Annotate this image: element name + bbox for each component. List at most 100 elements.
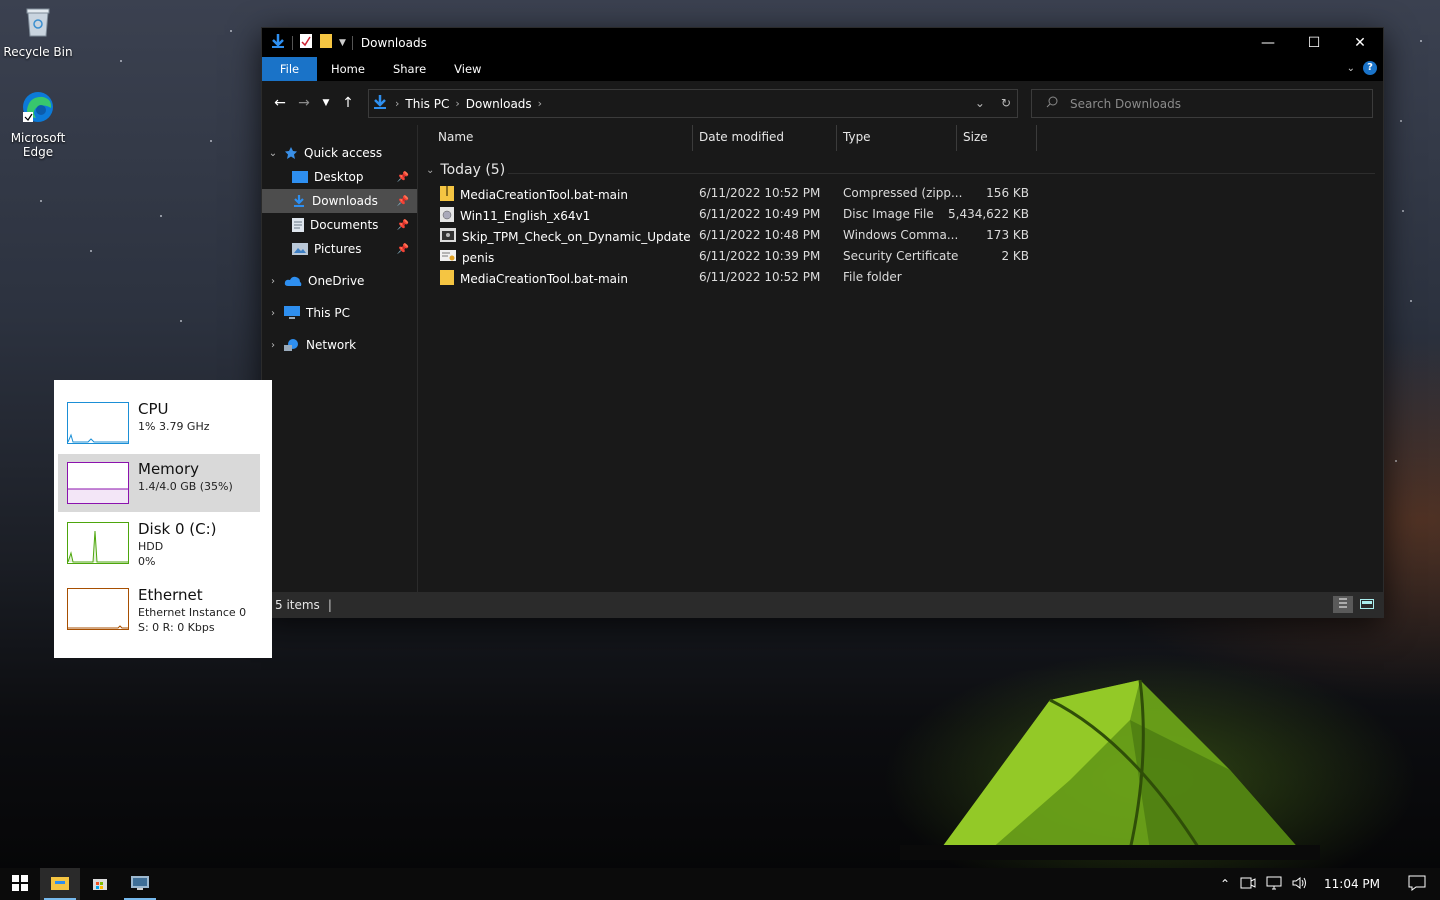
maximize-button[interactable]: ☐ [1291, 28, 1337, 57]
back-button[interactable]: ← [268, 95, 292, 111]
tab-home[interactable]: Home [317, 57, 379, 81]
file-size: 173 KB [986, 228, 1029, 242]
windows-logo-icon [12, 874, 28, 894]
details-view-button[interactable] [1333, 596, 1353, 613]
file-date: 6/11/2022 10:49 PM [699, 207, 821, 221]
large-icons-view-button[interactable] [1357, 596, 1377, 613]
nav-item-this-pc[interactable]: › This PC [262, 301, 417, 325]
performance-widget: CPU 1% 3.79 GHz Memory 1.4/4.0 GB (35%) … [54, 380, 272, 658]
start-button[interactable] [0, 868, 40, 900]
pictures-folder-icon [292, 243, 308, 255]
ethernet-graph [67, 588, 129, 630]
minimize-button[interactable]: — [1245, 28, 1291, 57]
tab-file[interactable]: File [262, 57, 317, 81]
pin-icon: 📌 [396, 195, 409, 207]
file-date: 6/11/2022 10:39 PM [699, 249, 821, 263]
large-icons-view-icon [1360, 598, 1374, 612]
item-count: 5 items [275, 597, 320, 612]
breadcrumb-downloads[interactable]: Downloads [466, 97, 532, 111]
clock[interactable]: 11:04 PM [1324, 877, 1380, 891]
ribbon-tabs: File Home Share View ⌄ ? [262, 57, 1383, 81]
file-row[interactable]: Skip_TPM_Check_on_Dynamic_Update 6/11/20… [418, 225, 1118, 246]
taskbar-remote-desktop[interactable] [120, 868, 160, 900]
expand-chevron-icon[interactable]: › [262, 340, 284, 351]
downloads-folder-icon [292, 194, 306, 208]
downloads-arrow-icon [270, 33, 286, 52]
taskbar: ⌃ 11:04 PM [0, 868, 1440, 900]
customize-toolbar-chevron-icon[interactable]: ▼ [339, 38, 346, 48]
breadcrumb-separator-icon: › [537, 97, 543, 110]
collapse-chevron-icon[interactable]: ⌄ [262, 148, 284, 159]
taskbar-microsoft-store[interactable] [80, 868, 120, 900]
address-bar[interactable]: › This PC › Downloads › ⌄ ↻ [368, 89, 1018, 118]
nav-item-desktop[interactable]: Desktop 📌 [262, 165, 417, 189]
file-row[interactable]: Win11_English_x64v1 6/11/2022 10:49 PM D… [418, 204, 1118, 225]
properties-icon[interactable] [299, 33, 313, 52]
perf-detail-secondary: S: 0 R: 0 Kbps [138, 621, 215, 634]
desktop-folder-icon [292, 171, 308, 183]
perf-item-ethernet[interactable]: Ethernet Ethernet Instance 0 S: 0 R: 0 K… [58, 580, 260, 638]
expand-chevron-icon[interactable]: › [262, 276, 284, 287]
perf-item-memory[interactable]: Memory 1.4/4.0 GB (35%) [58, 454, 260, 512]
nav-item-network[interactable]: › Network [262, 333, 417, 357]
nav-item-downloads[interactable]: Downloads 📌 [262, 189, 417, 213]
column-header-date-modified[interactable]: Date modified [699, 130, 784, 144]
volume-icon[interactable] [1292, 876, 1308, 893]
notifications-icon[interactable] [1408, 875, 1426, 894]
perf-item-cpu[interactable]: CPU 1% 3.79 GHz [58, 394, 260, 452]
perf-item-disk[interactable]: Disk 0 (C:) HDD 0% [58, 514, 260, 572]
nav-label-desktop: Desktop [314, 170, 364, 184]
help-icon[interactable]: ? [1363, 61, 1377, 75]
expand-chevron-icon[interactable]: › [262, 308, 284, 319]
close-button[interactable]: ✕ [1337, 28, 1383, 57]
downloads-location-icon [373, 94, 387, 113]
search-box[interactable]: Search Downloads [1031, 89, 1373, 118]
tab-share[interactable]: Share [379, 57, 440, 81]
recent-locations-chevron-icon[interactable]: ▼ [316, 98, 336, 108]
pin-icon: 📌 [396, 243, 409, 255]
tab-view[interactable]: View [440, 57, 495, 81]
file-row[interactable]: MediaCreationTool.bat-main 6/11/2022 10:… [418, 267, 1118, 288]
details-view-icon [1338, 597, 1348, 612]
forward-button[interactable]: → [292, 95, 316, 111]
nav-item-onedrive[interactable]: › OneDrive [262, 269, 417, 293]
nav-item-quick-access[interactable]: ⌄ Quick access [262, 141, 417, 165]
microsoft-edge-desktop-icon[interactable]: Microsoft Edge [0, 90, 76, 159]
pin-icon: 📌 [396, 171, 409, 183]
file-list: Name Date modified Type Size ⌄ Today (5)… [418, 125, 1383, 592]
show-hidden-icons-chevron-icon[interactable]: ⌃ [1220, 877, 1230, 891]
breadcrumb-this-pc[interactable]: This PC [405, 97, 449, 111]
file-name: MediaCreationTool.bat-main [460, 272, 628, 286]
title-bar[interactable]: ▼ Downloads — ☐ ✕ [262, 28, 1383, 57]
folder-icon [440, 270, 454, 288]
nav-item-documents[interactable]: Documents 📌 [262, 213, 417, 237]
up-button[interactable]: ↑ [336, 95, 360, 111]
column-header-size[interactable]: Size [963, 130, 988, 144]
expand-ribbon-chevron-icon[interactable]: ⌄ [1347, 63, 1355, 74]
group-header-today[interactable]: ⌄ Today (5) [426, 162, 505, 178]
network-status-icon[interactable] [1266, 876, 1282, 893]
file-name: Win11_English_x64v1 [460, 209, 591, 223]
file-date: 6/11/2022 10:52 PM [699, 270, 821, 284]
new-folder-icon[interactable] [319, 33, 333, 52]
recycle-bin-desktop-icon[interactable]: Recycle Bin [0, 6, 76, 59]
file-explorer-icon [51, 875, 69, 894]
network-icon [284, 338, 300, 352]
column-headers: Name Date modified Type Size [418, 125, 1383, 151]
taskbar-file-explorer[interactable] [40, 868, 80, 900]
star-icon [284, 146, 298, 160]
file-row[interactable]: MediaCreationTool.bat-main 6/11/2022 10:… [418, 183, 1118, 204]
refresh-icon[interactable]: ↻ [1001, 96, 1011, 110]
address-history-chevron-icon[interactable]: ⌄ [975, 96, 985, 110]
nav-item-pictures[interactable]: Pictures 📌 [262, 237, 417, 261]
file-size: 156 KB [986, 186, 1029, 200]
file-name: Skip_TPM_Check_on_Dynamic_Update [462, 229, 691, 244]
column-header-type[interactable]: Type [843, 130, 871, 144]
file-row[interactable]: penis 6/11/2022 10:39 PM Security Certif… [418, 246, 1118, 267]
column-header-name[interactable]: Name [438, 130, 473, 144]
script-icon [440, 228, 456, 245]
cpu-graph [67, 402, 129, 444]
meet-now-icon[interactable] [1240, 876, 1256, 893]
perf-detail: Ethernet Instance 0 [138, 606, 247, 619]
file-name: penis [462, 250, 495, 265]
